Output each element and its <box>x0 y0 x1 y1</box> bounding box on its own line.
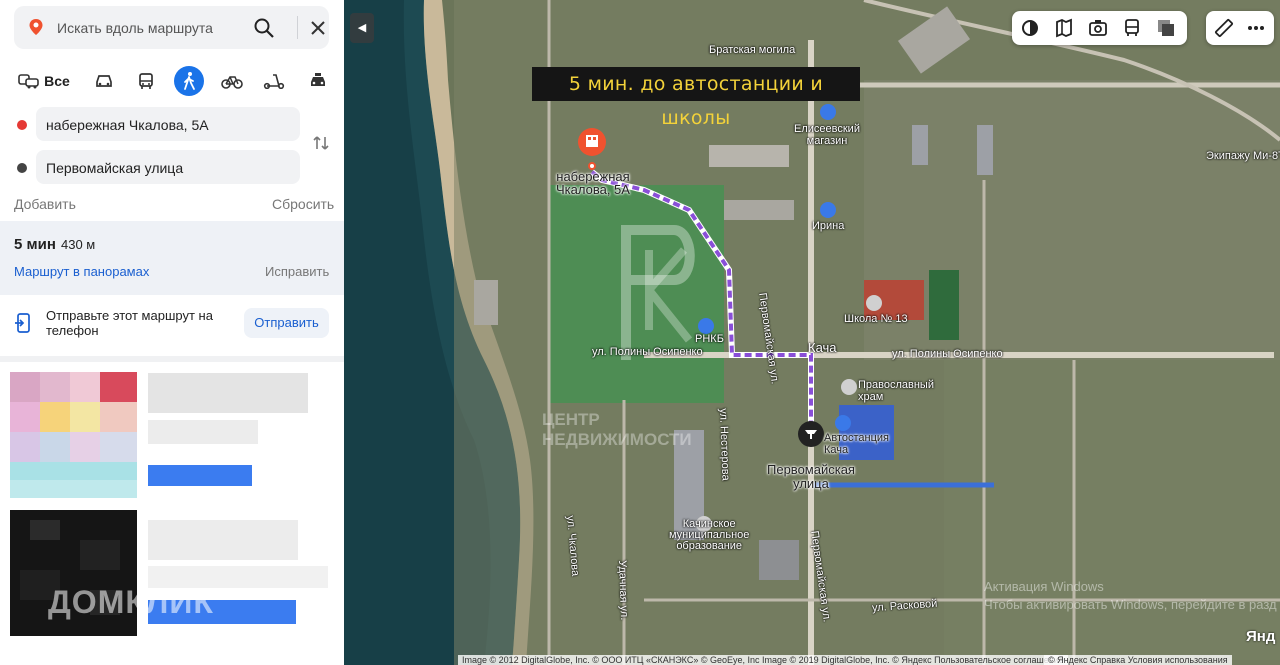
mode-scooter[interactable] <box>260 64 288 98</box>
panorama-route-link[interactable]: Маршрут в панорамах <box>14 264 149 279</box>
panel-separator <box>0 356 344 362</box>
route-banner: 5 мин. до автостанции и школы <box>532 67 860 129</box>
shop-label: Елисеевский магазин <box>794 123 860 147</box>
send-to-phone-icon <box>15 313 30 333</box>
ekipazh-label: Экипажу Ми-8ТВ <box>1206 150 1280 162</box>
municipal-label: Качинское муниципальное образование <box>669 518 750 552</box>
map-layers-toolbar <box>1012 11 1187 45</box>
send-button[interactable]: Отправить <box>244 308 329 338</box>
end-marker-label: Первомайская улица <box>767 462 855 491</box>
brotherly-grave-label: Братская могила <box>709 44 796 56</box>
kacha-label: Кача <box>808 340 837 355</box>
mode-walk[interactable] <box>174 66 204 96</box>
windows-activation-watermark: Активация Windows Чтобы активировать Win… <box>984 579 1277 612</box>
bicycle-icon <box>221 76 243 89</box>
route-search-box[interactable]: Искать вдоль маршрута <box>14 6 329 49</box>
send-to-phone-text: Отправьте этот маршрут на телефон <box>46 308 213 338</box>
satellite-map[interactable]: ◀ 5 мин. до автостанции и школы набережн… <box>344 0 1280 665</box>
map-type-icon[interactable] <box>1156 18 1176 38</box>
street-udachnaya-label: Удачная ул. <box>616 560 631 621</box>
search-divider <box>297 16 298 39</box>
street-osipenko-label-2: ул. Полины Осипенко <box>892 348 1003 360</box>
church-label: Православный храм <box>858 379 934 403</box>
ad-subtext-1 <box>148 420 258 444</box>
map-tools-toolbar <box>1206 11 1274 45</box>
mode-all[interactable]: Все <box>14 64 74 98</box>
irina-label: Ирина <box>812 220 845 232</box>
mode-car[interactable] <box>90 64 118 98</box>
mode-bicycle[interactable] <box>218 64 246 98</box>
search-icon[interactable] <box>253 17 275 39</box>
center-watermark: ЦЕНТР НЕДВИЖИМОСТИ <box>542 410 692 449</box>
bus-icon <box>139 73 153 89</box>
school-label: Школа № 13 <box>844 313 908 325</box>
route-distance: 430 м <box>61 237 96 252</box>
more-icon[interactable] <box>1246 18 1266 38</box>
taxi-icon <box>311 73 325 86</box>
map-attribution: Image © 2012 DigitalGlobe, Inc. © ООО ИТ… <box>458 655 1068 665</box>
add-point-link[interactable]: Добавить <box>14 196 76 212</box>
multi-transport-icon <box>18 74 39 89</box>
mode-taxi[interactable] <box>304 64 332 98</box>
route-panel: Искать вдоль маршрута Все набережная Чка… <box>0 0 344 665</box>
pedestrian-icon <box>184 72 195 90</box>
mode-all-label: Все <box>44 73 70 89</box>
street-nesterova-label: ул. Нестерова <box>717 408 732 481</box>
location-pin-icon <box>29 19 43 35</box>
ad-button-1[interactable] <box>148 465 252 486</box>
street-osipenko-label: ул. Полины Осипенко <box>592 346 703 358</box>
reset-link[interactable]: Сбросить <box>272 196 334 212</box>
map-footer-links[interactable]: © Яндекс Справка Условия использования <box>1044 655 1232 665</box>
layers-icon[interactable] <box>1020 18 1040 38</box>
fix-route-link[interactable]: Исправить <box>265 264 329 279</box>
route-to-field[interactable]: Первомайская улица <box>36 150 300 184</box>
send-to-phone-block: Отправьте этот маршрут на телефон Отправ… <box>0 300 344 350</box>
traffic-icon[interactable] <box>1054 18 1074 38</box>
route-time: 5 мин <box>14 236 56 253</box>
transport-modes: Все <box>14 64 334 98</box>
start-point-dot <box>17 120 27 130</box>
bus-station-label: Автостанция Кача <box>824 432 889 456</box>
route-option-card[interactable]: 5 мин 430 м Маршрут в панорамах Исправит… <box>0 221 344 295</box>
panorama-icon[interactable] <box>1088 18 1108 38</box>
ad-text-1 <box>148 373 308 413</box>
close-icon[interactable] <box>308 18 328 38</box>
mode-bus[interactable] <box>132 64 160 98</box>
pixelated-ad-image <box>10 372 137 498</box>
yandex-logo: Янд <box>1246 628 1276 645</box>
ruler-icon[interactable] <box>1214 18 1234 38</box>
route-from-field[interactable]: набережная Чкалова, 5А <box>36 107 300 141</box>
scooter-icon <box>263 74 285 89</box>
domclick-watermark: ДОМКЛИК <box>48 584 214 620</box>
swap-icon[interactable] <box>311 133 331 153</box>
ad-image-1[interactable] <box>10 372 137 498</box>
start-marker-label: набережная Чкалова, 5А <box>556 169 630 197</box>
transport-icon[interactable] <box>1122 18 1142 38</box>
search-input[interactable]: Искать вдоль маршрута <box>57 20 213 36</box>
end-point-dot <box>17 163 27 173</box>
rnkb-label: РНКБ <box>695 333 724 345</box>
car-icon <box>96 75 112 87</box>
collapse-panel-button[interactable]: ◀ <box>350 13 374 43</box>
ad-text-2 <box>148 520 298 560</box>
